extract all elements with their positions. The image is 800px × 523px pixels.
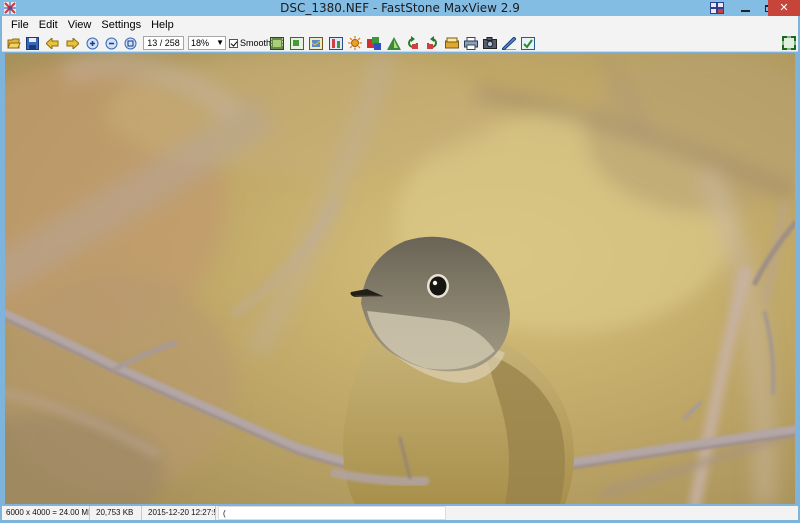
zoom-in-button[interactable] <box>84 35 100 51</box>
brightness-button[interactable] <box>347 35 363 51</box>
photo-bird-on-branch <box>5 53 795 504</box>
image-adjust-icon <box>329 36 343 50</box>
film-strip-button[interactable] <box>269 35 285 51</box>
smooth-label: Smooth <box>240 38 272 48</box>
fit-to-window-button[interactable] <box>122 35 138 51</box>
zoom-level-select[interactable]: 18% ▼ <box>188 36 226 50</box>
print-button[interactable] <box>463 35 479 51</box>
menu-settings[interactable]: Settings <box>96 16 146 34</box>
resize-image-icon <box>290 36 304 50</box>
arrow-right-icon <box>66 37 79 49</box>
toolbar: 13 / 258 18% ▼ Smooth <box>2 34 798 52</box>
image-counter[interactable]: 13 / 258 <box>143 36 184 50</box>
capture-button[interactable] <box>482 35 498 51</box>
color-balance-icon <box>367 36 381 50</box>
menu-file[interactable]: File <box>6 16 34 34</box>
zoom-out-button[interactable] <box>103 35 119 51</box>
previous-image-button[interactable] <box>44 35 60 51</box>
close-icon: ✕ <box>779 1 789 14</box>
minimize-button[interactable] <box>732 0 758 16</box>
menu-bar: File Edit View Settings Help <box>2 16 798 34</box>
next-image-button[interactable] <box>64 35 80 51</box>
status-datetime: 2015-12-20 12:27:54 <box>144 506 216 520</box>
system-menu-button[interactable] <box>706 0 728 16</box>
triangle-sharpen-icon <box>387 36 401 50</box>
chevron-down-icon: ▼ <box>216 38 224 47</box>
scanner-icon <box>445 37 459 49</box>
save-button[interactable] <box>24 35 40 51</box>
menu-view[interactable]: View <box>63 16 97 34</box>
rotate-right-button[interactable] <box>424 35 440 51</box>
rotate-left-icon <box>408 36 418 49</box>
zoom-level-value: 18% <box>191 38 210 48</box>
smooth-toggle[interactable]: Smooth <box>229 37 271 49</box>
zoom-in-icon <box>86 37 98 49</box>
film-strip-icon <box>270 36 284 50</box>
settings-check-icon <box>521 36 535 50</box>
sharpen-button[interactable] <box>386 35 402 51</box>
adjust-button[interactable] <box>328 35 344 51</box>
zoom-out-icon <box>105 37 117 49</box>
open-button[interactable] <box>6 35 22 51</box>
window-title: DSC_1380.NEF - FastStone MaxView 2.9 <box>280 1 520 15</box>
menu-help[interactable]: Help <box>146 16 179 34</box>
menu-edit[interactable]: Edit <box>34 16 63 34</box>
status-bar: 6000 x 4000 = 24.00 MP 20,753 KB 2015-12… <box>2 506 798 520</box>
ruler-tools-icon <box>502 36 516 50</box>
crop-button[interactable] <box>308 35 324 51</box>
folder-open-icon <box>7 38 21 48</box>
resize-button[interactable] <box>289 35 305 51</box>
grid-menu-icon <box>710 2 724 14</box>
crop-icon <box>309 36 323 50</box>
full-screen-button[interactable] <box>781 35 797 51</box>
settings-button[interactable] <box>520 35 536 51</box>
rotate-right-icon <box>427 36 437 49</box>
close-button[interactable]: ✕ <box>768 0 800 16</box>
floppy-save-icon <box>25 36 39 50</box>
status-exif-info: ( <box>218 506 446 520</box>
image-viewport[interactable] <box>5 53 795 504</box>
title-bar[interactable]: DSC_1380.NEF - FastStone MaxView 2.9 ✕ <box>0 0 800 16</box>
status-dimensions: 6000 x 4000 = 24.00 MP <box>2 506 90 520</box>
printer-icon <box>464 36 478 50</box>
app-window: DSC_1380.NEF - FastStone MaxView 2.9 ✕ F… <box>0 0 800 523</box>
arrow-left-icon <box>45 37 58 49</box>
full-screen-icon <box>782 36 796 50</box>
status-filesize: 20,753 KB <box>92 506 142 520</box>
color-button[interactable] <box>366 35 382 51</box>
scanner-button[interactable] <box>444 35 460 51</box>
zoom-fit-icon <box>124 37 136 49</box>
camera-icon <box>483 37 497 49</box>
smooth-checkbox[interactable] <box>229 38 238 48</box>
rotate-left-button[interactable] <box>405 35 421 51</box>
edit-tools-button[interactable] <box>501 35 517 51</box>
minimize-icon <box>740 9 750 12</box>
sun-brightness-icon <box>348 36 362 50</box>
